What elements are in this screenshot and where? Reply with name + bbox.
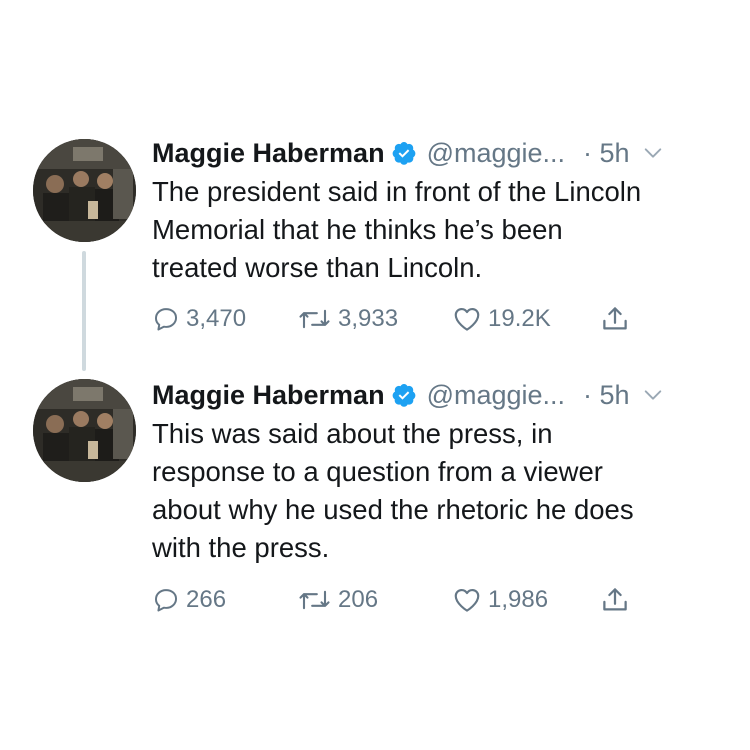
- reply-count: 266: [186, 586, 227, 613]
- retweet-icon: [297, 305, 332, 333]
- author-handle[interactable]: @maggie...: [427, 138, 565, 169]
- chevron-down-icon[interactable]: [642, 384, 664, 406]
- tweet-text-line: response to a question from a viewer: [152, 456, 603, 487]
- author-name[interactable]: Maggie Haberman: [152, 380, 385, 411]
- avatar[interactable]: [33, 379, 136, 482]
- tweet-text: This was said about the press, in respon…: [152, 415, 732, 567]
- chevron-down-icon[interactable]: [642, 142, 664, 164]
- tweet-header: Maggie Haberman @maggie... · 5h: [152, 133, 722, 173]
- like-count: 1,986: [488, 586, 549, 613]
- tweet-text: The president said in front of the Linco…: [152, 173, 732, 287]
- share-button[interactable]: [600, 583, 630, 617]
- tweet-actions: 266 206 1,986: [152, 583, 652, 617]
- like-button[interactable]: 1,986: [452, 583, 548, 617]
- tweet-text-line: treated worse than Lincoln.: [152, 252, 483, 283]
- tweet-text-line: The president said in front of the Linco…: [152, 176, 642, 207]
- tweet-timestamp[interactable]: · 5h: [583, 138, 630, 169]
- heart-icon: [452, 304, 482, 334]
- thread-connector-line: [82, 251, 86, 371]
- avatar-image: [33, 379, 136, 482]
- share-icon: [600, 585, 630, 615]
- reply-button[interactable]: 3,470: [152, 302, 246, 336]
- retweet-count: 206: [338, 586, 379, 613]
- tweet-text-line: about why he used the rhetoric he does: [152, 494, 634, 525]
- retweet-button[interactable]: 3,933: [297, 302, 398, 336]
- retweet-count: 3,933: [338, 305, 399, 332]
- share-button[interactable]: [600, 302, 630, 336]
- tweet-text-line: Memorial that he thinks he’s been: [152, 214, 563, 245]
- verified-badge-icon: [391, 140, 417, 166]
- retweet-button[interactable]: 206: [297, 583, 378, 617]
- tweet-timestamp[interactable]: · 5h: [583, 380, 630, 411]
- tweet-text-line: with the press.: [152, 532, 330, 563]
- author-handle[interactable]: @maggie...: [427, 380, 565, 411]
- avatar[interactable]: [33, 139, 136, 242]
- heart-icon: [452, 585, 482, 615]
- like-count: 19.2K: [488, 305, 551, 332]
- tweet-actions: 3,470 3,933 19.2K: [152, 302, 652, 336]
- reply-icon: [152, 305, 180, 333]
- tweet-text-line: This was said about the press, in: [152, 418, 553, 449]
- reply-count: 3,470: [186, 305, 247, 332]
- reply-icon: [152, 586, 180, 614]
- retweet-icon: [297, 586, 332, 614]
- reply-button[interactable]: 266: [152, 583, 226, 617]
- author-name[interactable]: Maggie Haberman: [152, 138, 385, 169]
- like-button[interactable]: 19.2K: [452, 302, 551, 336]
- verified-badge-icon: [391, 382, 417, 408]
- share-icon: [600, 304, 630, 334]
- tweet-header: Maggie Haberman @maggie... · 5h: [152, 375, 722, 415]
- tweet-thread: Maggie Haberman @maggie... · 5h The pres…: [0, 0, 750, 750]
- avatar-image: [33, 139, 136, 242]
